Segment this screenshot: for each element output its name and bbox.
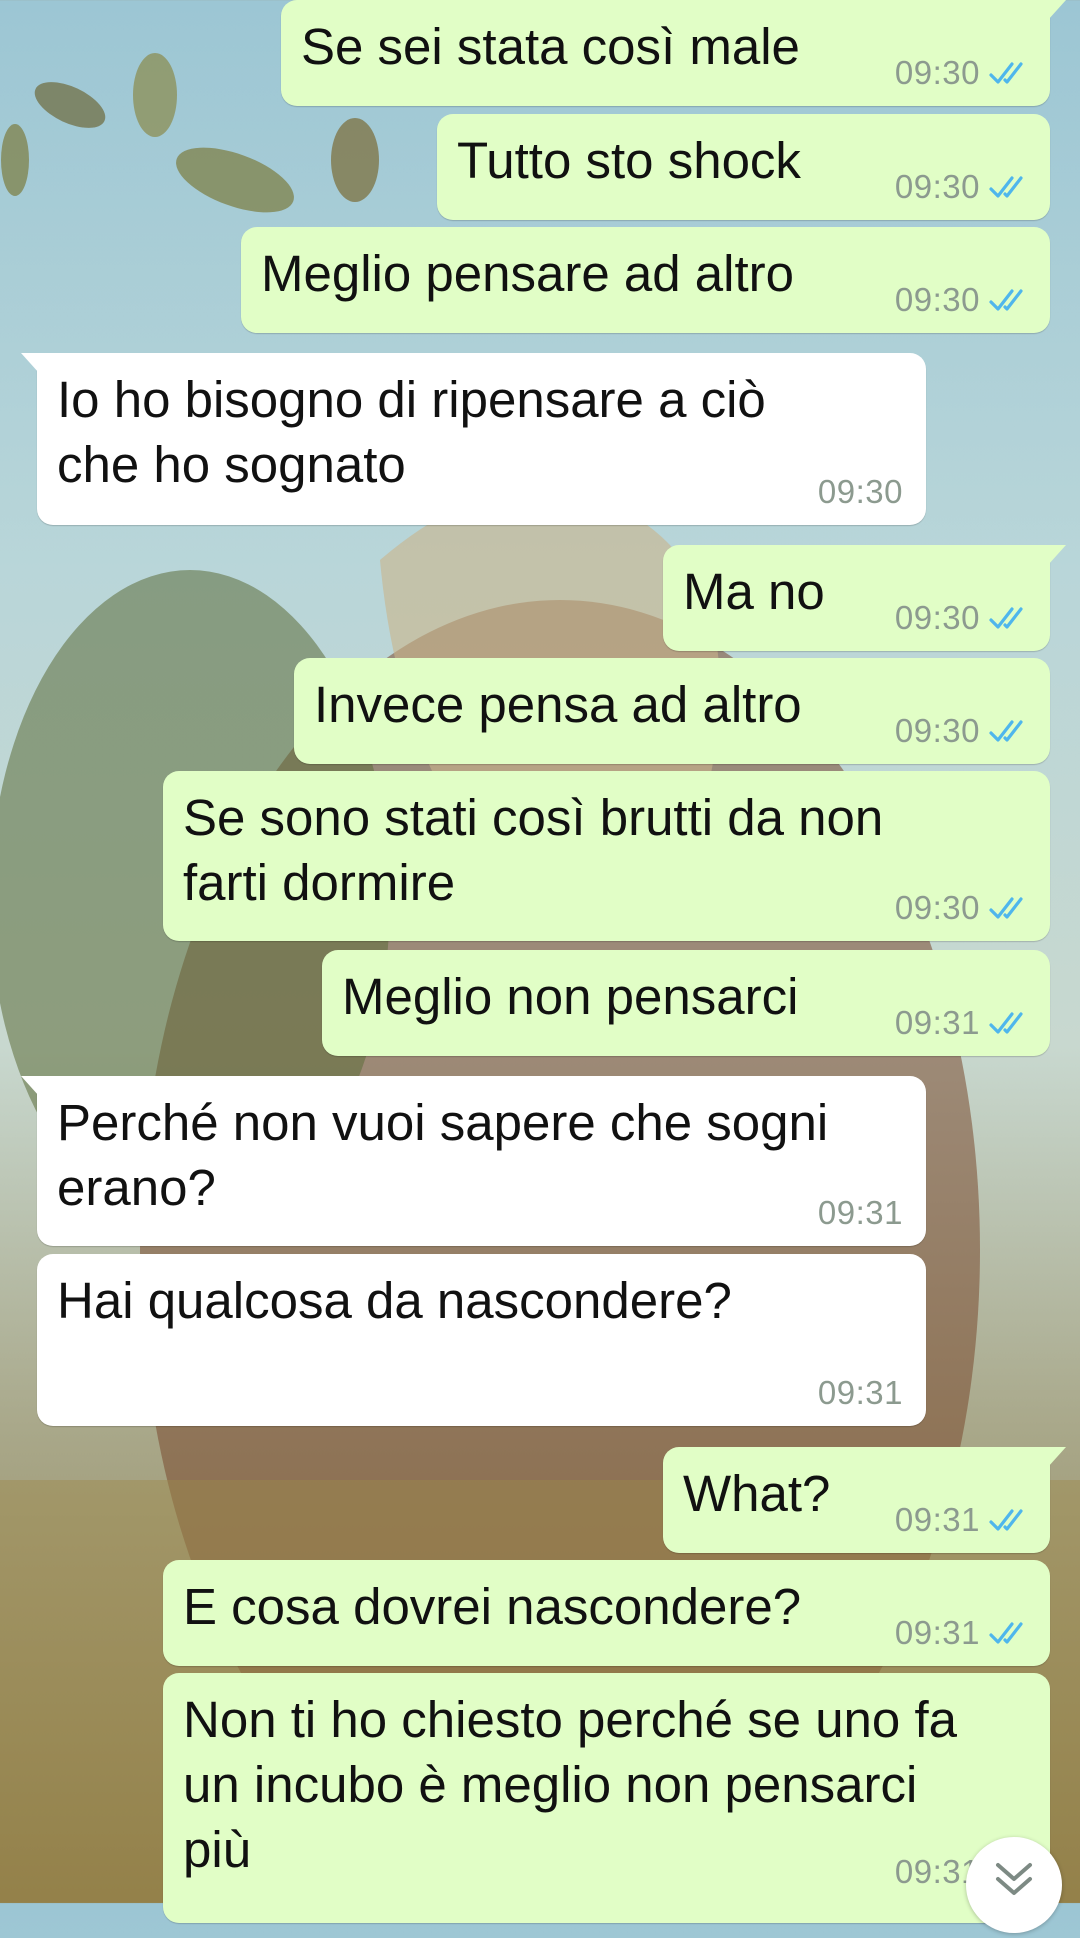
double-chevron-down-icon — [996, 1863, 1032, 1895]
message-text: Io ho bisogno di ripensare a ciò che ho s… — [57, 367, 766, 497]
message-time: 09:31 — [817, 1194, 903, 1231]
message-text: Non ti ho chiesto perché se uno fa un inc… — [183, 1687, 957, 1882]
message-line: Io ho bisogno di ripensare a ciò — [57, 371, 766, 428]
message-bubble-outgoing[interactable]: Meglio pensare ad altro 09:30 — [241, 227, 1050, 333]
message-time: 09:30 — [894, 168, 980, 205]
message-text: E cosa dovrei nascondere? — [183, 1578, 802, 1635]
message-time: 09:30 — [894, 599, 980, 636]
message-bubble-incoming[interactable]: Io ho bisogno di ripensare a ciò che ho s… — [21, 353, 926, 525]
message-bubble-outgoing[interactable]: Ma no 09:30 — [663, 545, 1066, 651]
message-text: Perché non vuoi sapere che sogni erano? — [57, 1090, 828, 1220]
message-line: più — [183, 1821, 252, 1878]
message-time: 09:30 — [894, 281, 980, 318]
message-time: 09:30 — [894, 889, 980, 926]
message-text: Se sei stata così male — [301, 18, 800, 75]
double-check-icon — [989, 62, 1023, 84]
message-time: 09:30 — [894, 54, 980, 91]
message-text: Invece pensa ad altro — [314, 676, 802, 733]
message-bubble-outgoing[interactable]: What? 09:31 — [663, 1447, 1066, 1553]
message-text: Hai qualcosa da nascondere? — [57, 1272, 732, 1329]
double-check-icon — [989, 289, 1023, 311]
message-bubble-outgoing[interactable]: E cosa dovrei nascondere? 09:31 — [163, 1560, 1050, 1666]
message-bubble-outgoing[interactable]: Tutto sto shock 09:30 — [437, 114, 1050, 220]
message-line: erano? — [57, 1159, 216, 1216]
message-text: Ma no — [683, 563, 825, 620]
message-bubble-incoming[interactable]: Hai qualcosa da nascondere? 09:31 — [37, 1254, 926, 1426]
double-check-icon — [989, 1622, 1023, 1644]
message-bubble-outgoing[interactable]: Se sono stati così brutti da non farti do… — [163, 771, 1050, 941]
message-line: farti dormire — [183, 854, 456, 911]
message-time: 09:31 — [817, 1374, 903, 1411]
message-time: 09:30 — [817, 473, 903, 510]
message-line: Se sono stati così brutti da non — [183, 789, 884, 846]
chat-conversation[interactable]: Se sei stata così male 09:30 Tutto sto s… — [0, 0, 1080, 1923]
message-text: What? — [683, 1465, 831, 1522]
message-line: che ho sognato — [57, 436, 406, 493]
scroll-to-bottom-button[interactable] — [966, 1837, 1062, 1933]
message-bubble-outgoing[interactable]: Non ti ho chiesto perché se uno fa un inc… — [163, 1673, 1050, 1923]
double-check-icon — [989, 607, 1023, 629]
message-text: Se sono stati così brutti da non farti do… — [183, 785, 883, 915]
message-time: 09:31 — [894, 1004, 980, 1041]
message-time: 09:30 — [894, 712, 980, 749]
message-text: Meglio pensare ad altro — [261, 245, 794, 302]
message-line: Perché non vuoi sapere che sogni — [57, 1094, 829, 1151]
message-bubble-outgoing[interactable]: Invece pensa ad altro 09:30 — [294, 658, 1050, 764]
message-bubble-outgoing[interactable]: Se sei stata così male 09:30 — [281, 0, 1066, 106]
double-check-icon — [989, 1012, 1023, 1034]
message-time: 09:31 — [894, 1501, 980, 1538]
message-text: Tutto sto shock — [457, 132, 801, 189]
double-check-icon — [989, 176, 1023, 198]
message-bubble-incoming[interactable]: Perché non vuoi sapere che sogni erano? 0… — [21, 1076, 926, 1246]
double-check-icon — [989, 897, 1023, 919]
message-text: Meglio non pensarci — [342, 968, 799, 1025]
double-check-icon — [989, 720, 1023, 742]
message-time: 09:31 — [894, 1614, 980, 1651]
double-check-icon — [989, 1509, 1023, 1531]
message-bubble-outgoing[interactable]: Meglio non pensarci 09:31 — [322, 950, 1050, 1056]
message-line: Non ti ho chiesto perché se uno fa — [183, 1691, 957, 1748]
message-line: un incubo è meglio non pensarci — [183, 1756, 918, 1813]
